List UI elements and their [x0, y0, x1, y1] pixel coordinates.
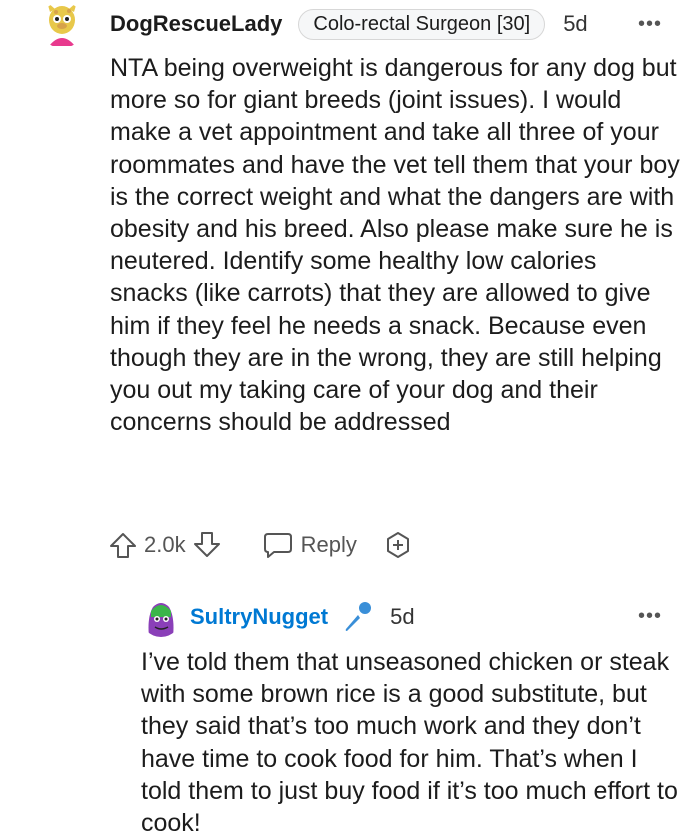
upvote-button[interactable] — [108, 530, 138, 560]
microphone-icon — [345, 602, 372, 631]
arrow-down-icon — [193, 532, 220, 557]
reply-username[interactable]: SultryNugget — [190, 604, 328, 630]
reply-body: I’ve told them that unseasoned chicken o… — [141, 648, 678, 838]
user-flair: Colo-rectal Surgeon [30] — [298, 8, 546, 40]
comment-username[interactable]: DogRescueLady — [110, 11, 282, 37]
ellipsis-icon: ••• — [638, 605, 663, 627]
arrow-up-icon — [110, 533, 136, 558]
award-button[interactable] — [383, 530, 413, 560]
reply-label: Reply — [300, 532, 357, 557]
comment-body: NTA being overweight is dangerous for an… — [110, 54, 680, 437]
award-plus-icon — [386, 532, 409, 558]
reply-user-avatar[interactable] — [141, 597, 181, 637]
chat-bubble-icon — [263, 533, 292, 558]
user-avatar[interactable] — [39, 2, 85, 48]
reply-header: SultryNugget 5d — [190, 601, 415, 633]
ellipsis-icon: ••• — [638, 13, 663, 35]
comment-timestamp: 5d — [563, 11, 588, 36]
reply-timestamp: 5d — [390, 604, 415, 629]
reply-button[interactable]: Reply — [262, 530, 357, 560]
comment-actions: 2.0k Reply — [108, 528, 413, 562]
downvote-button[interactable] — [192, 530, 222, 560]
comment-header: DogRescueLady Colo-rectal Surgeon [30] 5… — [110, 8, 588, 40]
comment-more-options[interactable]: ••• — [638, 14, 662, 34]
reply-more-options[interactable]: ••• — [638, 606, 662, 626]
vote-count: 2.0k — [144, 532, 186, 557]
